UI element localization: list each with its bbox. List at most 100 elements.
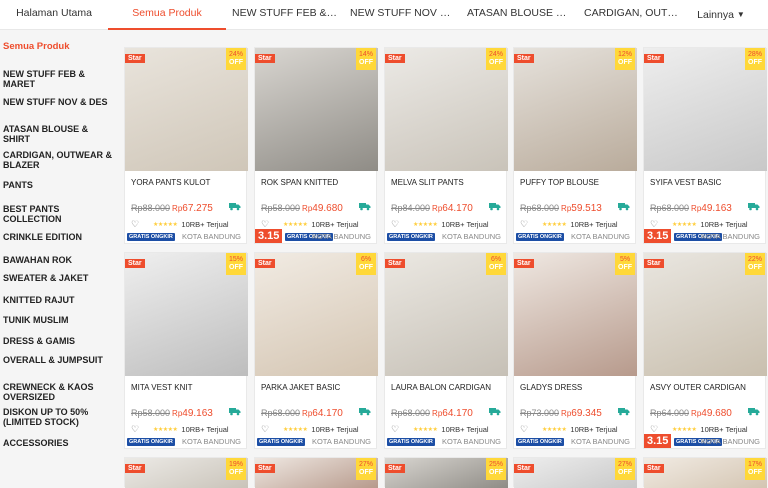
heart-icon[interactable]: ♡ xyxy=(391,219,405,230)
heart-icon[interactable]: ♡ xyxy=(261,219,275,230)
product-card-partial[interactable]: Star 27% OFF xyxy=(513,457,637,488)
tab-cardigan-outwear[interactable]: CARDIGAN, OUTWEAR... xyxy=(578,0,690,30)
heart-icon[interactable]: ♡ xyxy=(650,424,664,435)
sidebar-item[interactable]: CRINKLE EDITION xyxy=(0,232,82,242)
original-price: Rp68.000 xyxy=(520,203,560,213)
original-price: Rp73.000 xyxy=(520,408,560,418)
sidebar-item-label: MARET xyxy=(3,79,35,89)
discount-badge: 27% OFF xyxy=(615,458,635,480)
sidebar-item[interactable]: NEW STUFF NOV & DES xyxy=(0,97,108,107)
sidebar-item[interactable]: NEW STUFF FEB & MARET xyxy=(0,69,85,89)
product-card-partial[interactable]: Star 27% OFF xyxy=(254,457,378,488)
heart-icon[interactable]: ♡ xyxy=(650,219,664,230)
original-price: Rp84.000 xyxy=(391,203,431,213)
product-name[interactable]: LAURA BALON CARDIGAN xyxy=(391,383,503,392)
product-card[interactable]: Star 24% OFF GRATIS ONGKIR MELVA SLIT PANTS R… xyxy=(384,47,508,244)
star-seller-badge: Star xyxy=(125,54,145,63)
product-name[interactable]: MELVA SLIT PANTS xyxy=(391,178,503,187)
product-card[interactable]: Star 22% OFF 3.15 GRATIS ONGKIR ASVY OUTER CA… xyxy=(643,252,767,449)
tab-halaman-utama[interactable]: Halaman Utama xyxy=(0,0,108,30)
product-card[interactable]: Star 14% OFF 3.15 GRATIS ONGKIR ROK SPAN KNIT… xyxy=(254,47,378,244)
product-name[interactable]: MITA VEST KNIT xyxy=(131,383,243,392)
sidebar-item[interactable]: OVERALL & JUMPSUIT xyxy=(0,355,103,365)
sold-count: 10RB+ Terjual xyxy=(181,425,229,434)
product-card-partial[interactable]: Star 25% OFF xyxy=(384,457,508,488)
discount-badge: 24% OFF xyxy=(486,48,506,70)
sold-count: 10RB+ Terjual xyxy=(311,220,359,229)
sidebar-item-semua-produk[interactable]: Semua Produk xyxy=(0,42,70,52)
product-name[interactable]: PARKA JAKET BASIC xyxy=(261,383,373,392)
sidebar-item[interactable]: BEST PANTS COLLECTION xyxy=(0,204,62,224)
heart-icon[interactable]: ♡ xyxy=(520,424,534,435)
tab-atasan-blouse[interactable]: ATASAN BLOUSE & SH... xyxy=(461,0,578,30)
currency-symbol: Rp xyxy=(691,409,702,418)
sidebar-item[interactable]: BAWAHAN ROK xyxy=(0,255,72,265)
shop-location: KOTA BANDUNG xyxy=(700,232,760,241)
top-navigation: Halaman Utama Semua Produk NEW STUFF FEB… xyxy=(0,0,768,30)
discount-off-label: OFF xyxy=(229,469,243,476)
product-name[interactable]: SYIFA VEST BASIC xyxy=(650,178,762,187)
rating-stars-icon: ★★★★★ xyxy=(672,222,697,228)
product-name[interactable]: YORA PANTS KULOT xyxy=(131,178,243,187)
product-card[interactable]: Star 5% OFF GRATIS ONGKIR GLADYS DRESS Rp73.0… xyxy=(513,252,637,449)
sidebar-item[interactable]: KNITTED RAJUT xyxy=(0,295,75,305)
sidebar-item[interactable]: ACCESSORIES xyxy=(0,438,69,448)
heart-icon[interactable]: ♡ xyxy=(391,424,405,435)
truck-icon xyxy=(489,408,501,416)
original-price: Rp58.000 xyxy=(261,203,301,213)
star-seller-badge: Star xyxy=(255,54,275,63)
heart-icon[interactable]: ♡ xyxy=(520,219,534,230)
sidebar-item-label: BEST PANTS xyxy=(3,204,60,214)
sidebar-item[interactable]: CARDIGAN, OUTWEAR & BLAZER xyxy=(0,150,112,170)
currency-symbol: Rp xyxy=(432,204,443,213)
heart-icon[interactable]: ♡ xyxy=(131,219,145,230)
sidebar-item-label: ACCESSORIES xyxy=(3,438,69,448)
sidebar-item[interactable]: DISKON UP TO 50% (LIMITED STOCK) xyxy=(0,407,88,427)
star-seller-badge: Star xyxy=(385,54,405,63)
discount-off-label: OFF xyxy=(489,264,503,271)
tab-new-stuff-nov[interactable]: NEW STUFF NOV & DES xyxy=(344,0,461,30)
sidebar-item[interactable]: SWEATER & JAKET xyxy=(0,273,88,283)
rating-stars-icon: ★★★★★ xyxy=(283,222,308,228)
heart-icon[interactable]: ♡ xyxy=(131,424,145,435)
product-card-partial[interactable]: Star 19% OFF xyxy=(124,457,248,488)
heart-icon[interactable]: ♡ xyxy=(261,424,275,435)
sidebar-item[interactable]: CREWNECK & KAOS OVERSIZED xyxy=(0,382,94,402)
sidebar-item[interactable]: DRESS & GAMIS xyxy=(0,336,75,346)
discount-badge: 6% OFF xyxy=(486,253,506,275)
sidebar-item[interactable]: ATASAN BLOUSE & SHIRT xyxy=(0,124,88,144)
sale-price-value: 49.163 xyxy=(182,408,213,419)
shop-location: KOTA BANDUNG xyxy=(311,437,371,446)
discount-off-label: OFF xyxy=(359,469,373,476)
sidebar-item[interactable]: TUNIK MUSLIM xyxy=(0,315,69,325)
discount-badge: 22% OFF xyxy=(745,253,765,275)
product-card[interactable]: Star 15% OFF GRATIS ONGKIR MITA VEST KNIT Rp5… xyxy=(124,252,248,449)
product-card-partial[interactable]: Star 17% OFF xyxy=(643,457,767,488)
product-name[interactable]: ASVY OUTER CARDIGAN xyxy=(650,383,762,392)
product-name[interactable]: PUFFY TOP BLOUSE xyxy=(520,178,632,187)
currency-symbol: Rp xyxy=(172,409,183,418)
sale-price: Rp49.163 xyxy=(691,203,732,214)
price-row: Rp58.000 Rp49.163 xyxy=(131,408,243,419)
product-name[interactable]: ROK SPAN KNITTED xyxy=(261,178,373,187)
discount-percent: 5% xyxy=(619,256,631,263)
product-name[interactable]: GLADYS DRESS xyxy=(520,383,632,392)
product-card[interactable]: Star 6% OFF GRATIS ONGKIR PARKA JAKET BASIC R… xyxy=(254,252,378,449)
tab-semua-produk[interactable]: Semua Produk xyxy=(108,0,226,30)
sale-price-value: 67.275 xyxy=(182,203,213,214)
price-row: Rp68.000 Rp49.163 xyxy=(650,203,762,214)
more-tabs-dropdown[interactable]: Lainnya ▼ xyxy=(690,9,752,21)
discount-off-label: OFF xyxy=(748,264,762,271)
star-seller-badge: Star xyxy=(255,464,275,473)
sidebar-item[interactable]: PANTS xyxy=(0,180,33,190)
product-card[interactable]: Star 6% OFF GRATIS ONGKIR LAURA BALON CARDIG… xyxy=(384,252,508,449)
price-row: Rp68.000 Rp64.170 xyxy=(391,408,503,419)
product-card[interactable]: Star 12% OFF GRATIS ONGKIR PUFFY TOP BLOUSE R… xyxy=(513,47,637,244)
original-price: Rp68.000 xyxy=(391,408,431,418)
tab-new-stuff-feb[interactable]: NEW STUFF FEB & MA... xyxy=(226,0,344,30)
star-seller-badge: Star xyxy=(644,259,664,268)
chevron-down-icon: ▼ xyxy=(736,10,745,19)
product-card[interactable]: Star 24% OFF GRATIS ONGKIR YORA PANTS KULOT R… xyxy=(124,47,248,244)
product-card[interactable]: Star 28% OFF 3.15 GRATIS ONGKIR SYIFA VEST BA… xyxy=(643,47,767,244)
discount-percent: 14% xyxy=(358,51,373,58)
